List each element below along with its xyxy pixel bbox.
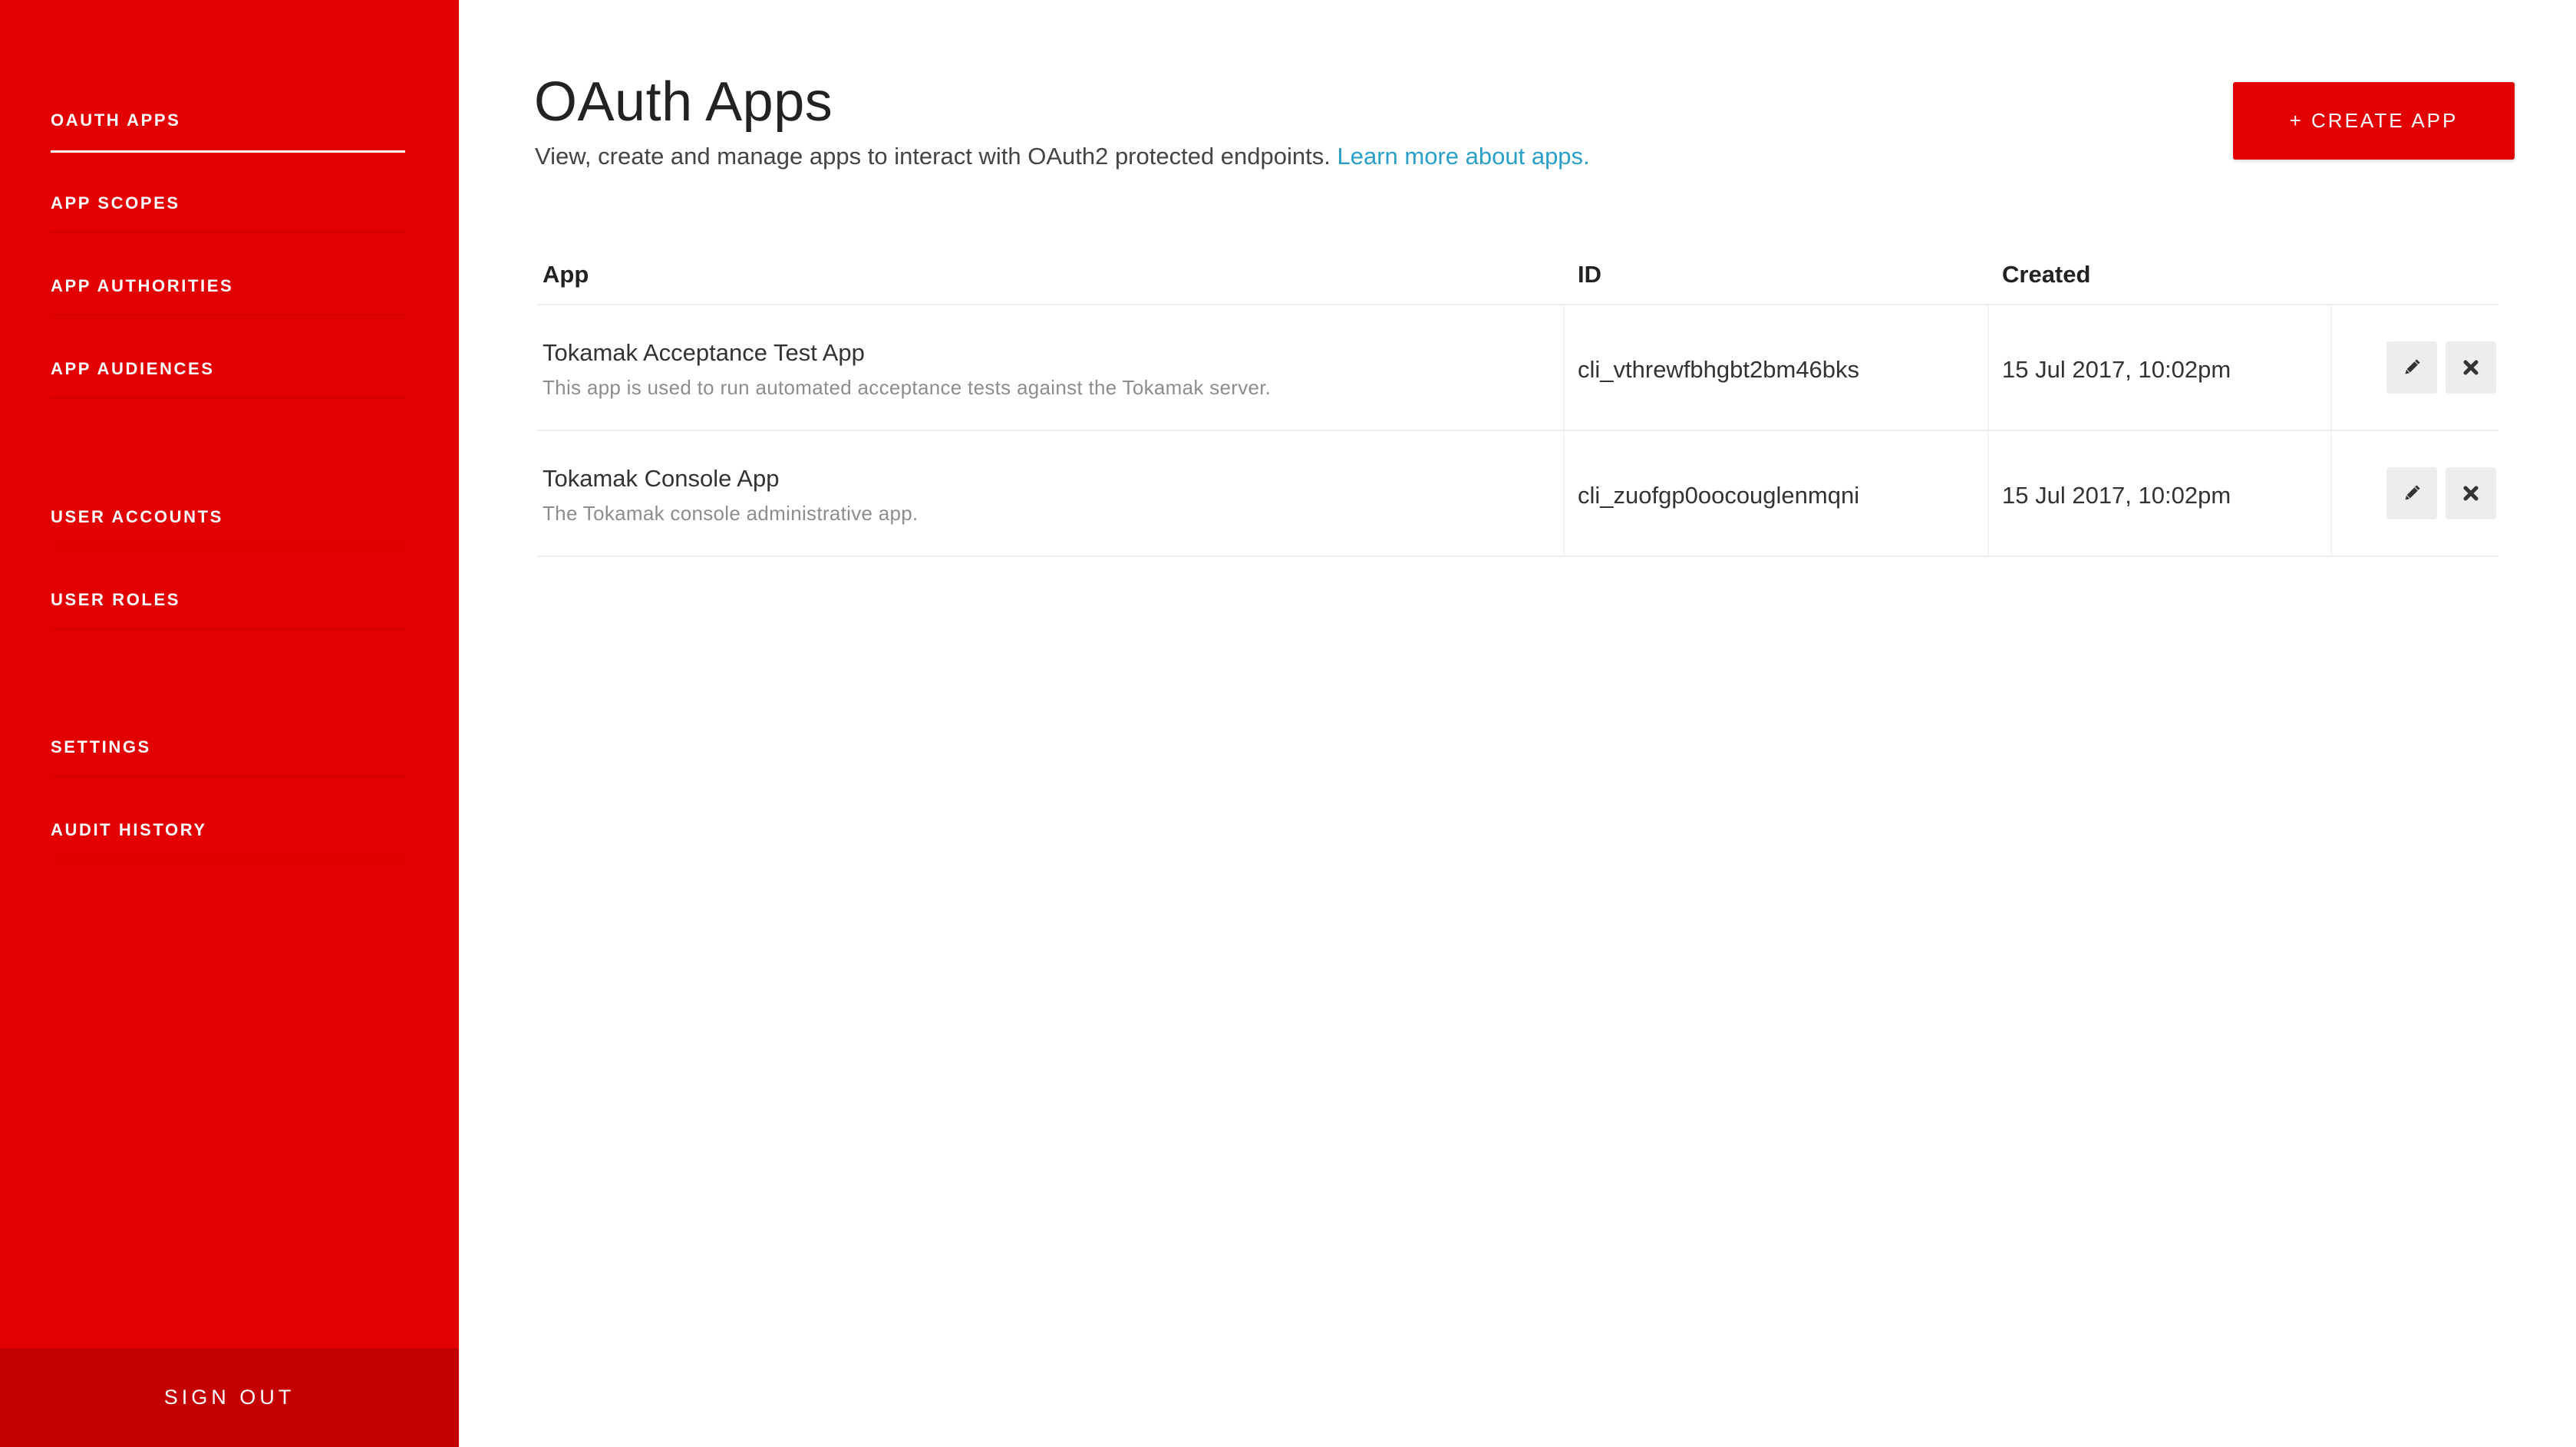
sidebar-item-label: APP AUDIENCES <box>51 359 215 378</box>
sidebar: OAUTH APPS APP SCOPES APP AUTHORITIES AP… <box>0 0 459 1447</box>
learn-more-link[interactable]: Learn more about apps. <box>1337 143 1590 170</box>
app-created: 15 Jul 2017, 10:02pm <box>2002 482 2231 509</box>
app-id: cli_vthrewfbhgbt2bm46bks <box>1578 356 1860 383</box>
app-created: 15 Jul 2017, 10:02pm <box>2002 356 2231 383</box>
pencil-icon <box>2405 359 2420 374</box>
app-id: cli_zuofgp0oocouglenmqni <box>1578 482 1860 509</box>
divider <box>1987 431 1989 555</box>
sidebar-item-user-accounts[interactable]: USER ACCOUNTS <box>51 501 405 547</box>
sidebar-item-label: APP AUTHORITIES <box>51 276 234 295</box>
sidebar-item-label: AUDIT HISTORY <box>51 820 207 839</box>
sign-out-label: SIGN OUT <box>163 1386 295 1409</box>
divider <box>51 628 405 630</box>
divider <box>1987 305 1989 430</box>
sidebar-item-label: USER ROLES <box>51 590 181 609</box>
app-description: The Tokamak console administrative app. <box>543 502 919 525</box>
sidebar-item-label: USER ACCOUNTS <box>51 507 223 526</box>
app-name: Tokamak Console App <box>543 465 780 492</box>
sidebar-item-user-roles[interactable]: USER ROLES <box>51 584 405 630</box>
sidebar-item-label: APP SCOPES <box>51 193 180 213</box>
description-text: View, create and manage apps to interact… <box>535 143 1331 170</box>
divider <box>51 397 405 399</box>
sign-out-button[interactable]: SIGN OUT <box>0 1348 459 1447</box>
divider <box>51 859 405 860</box>
pencil-icon <box>2405 485 2420 500</box>
table-header: App ID Created <box>537 253 2498 305</box>
divider <box>2330 305 2332 430</box>
divider <box>51 546 405 547</box>
app-name: Tokamak Acceptance Test App <box>543 339 865 366</box>
sidebar-item-label: OAUTH APPS <box>51 110 181 130</box>
sidebar-item-settings[interactable]: SETTINGS <box>51 731 405 777</box>
close-icon <box>2463 360 2479 375</box>
table-row: Tokamak Console App The Tokamak console … <box>537 431 2498 557</box>
sidebar-item-app-authorities[interactable]: APP AUTHORITIES <box>51 270 405 316</box>
page-title: OAuth Apps <box>534 71 833 133</box>
app-description: This app is used to run automated accept… <box>543 376 1272 399</box>
delete-button[interactable] <box>2446 467 2496 519</box>
edit-button[interactable] <box>2386 467 2437 519</box>
edit-button[interactable] <box>2386 341 2437 394</box>
column-header-app: App <box>543 261 589 288</box>
sidebar-item-app-scopes[interactable]: APP SCOPES <box>51 187 405 233</box>
sidebar-item-app-audiences[interactable]: APP AUDIENCES <box>51 353 405 399</box>
divider <box>2330 431 2332 555</box>
divider <box>51 232 405 233</box>
column-header-created: Created <box>2002 261 2091 288</box>
sidebar-item-oauth-apps[interactable]: OAUTH APPS <box>51 104 405 153</box>
create-app-button[interactable]: + CREATE APP <box>2233 82 2515 160</box>
divider <box>1563 305 1565 430</box>
page-description: View, create and manage apps to interact… <box>535 143 1590 170</box>
divider <box>1563 431 1565 555</box>
divider <box>51 315 405 316</box>
sidebar-item-label: SETTINGS <box>51 737 151 756</box>
delete-button[interactable] <box>2446 341 2496 394</box>
column-header-id: ID <box>1578 261 1601 288</box>
divider <box>51 776 405 777</box>
close-icon <box>2463 486 2479 501</box>
sidebar-item-audit-history[interactable]: AUDIT HISTORY <box>51 814 405 860</box>
table-row: Tokamak Acceptance Test App This app is … <box>537 305 2498 431</box>
